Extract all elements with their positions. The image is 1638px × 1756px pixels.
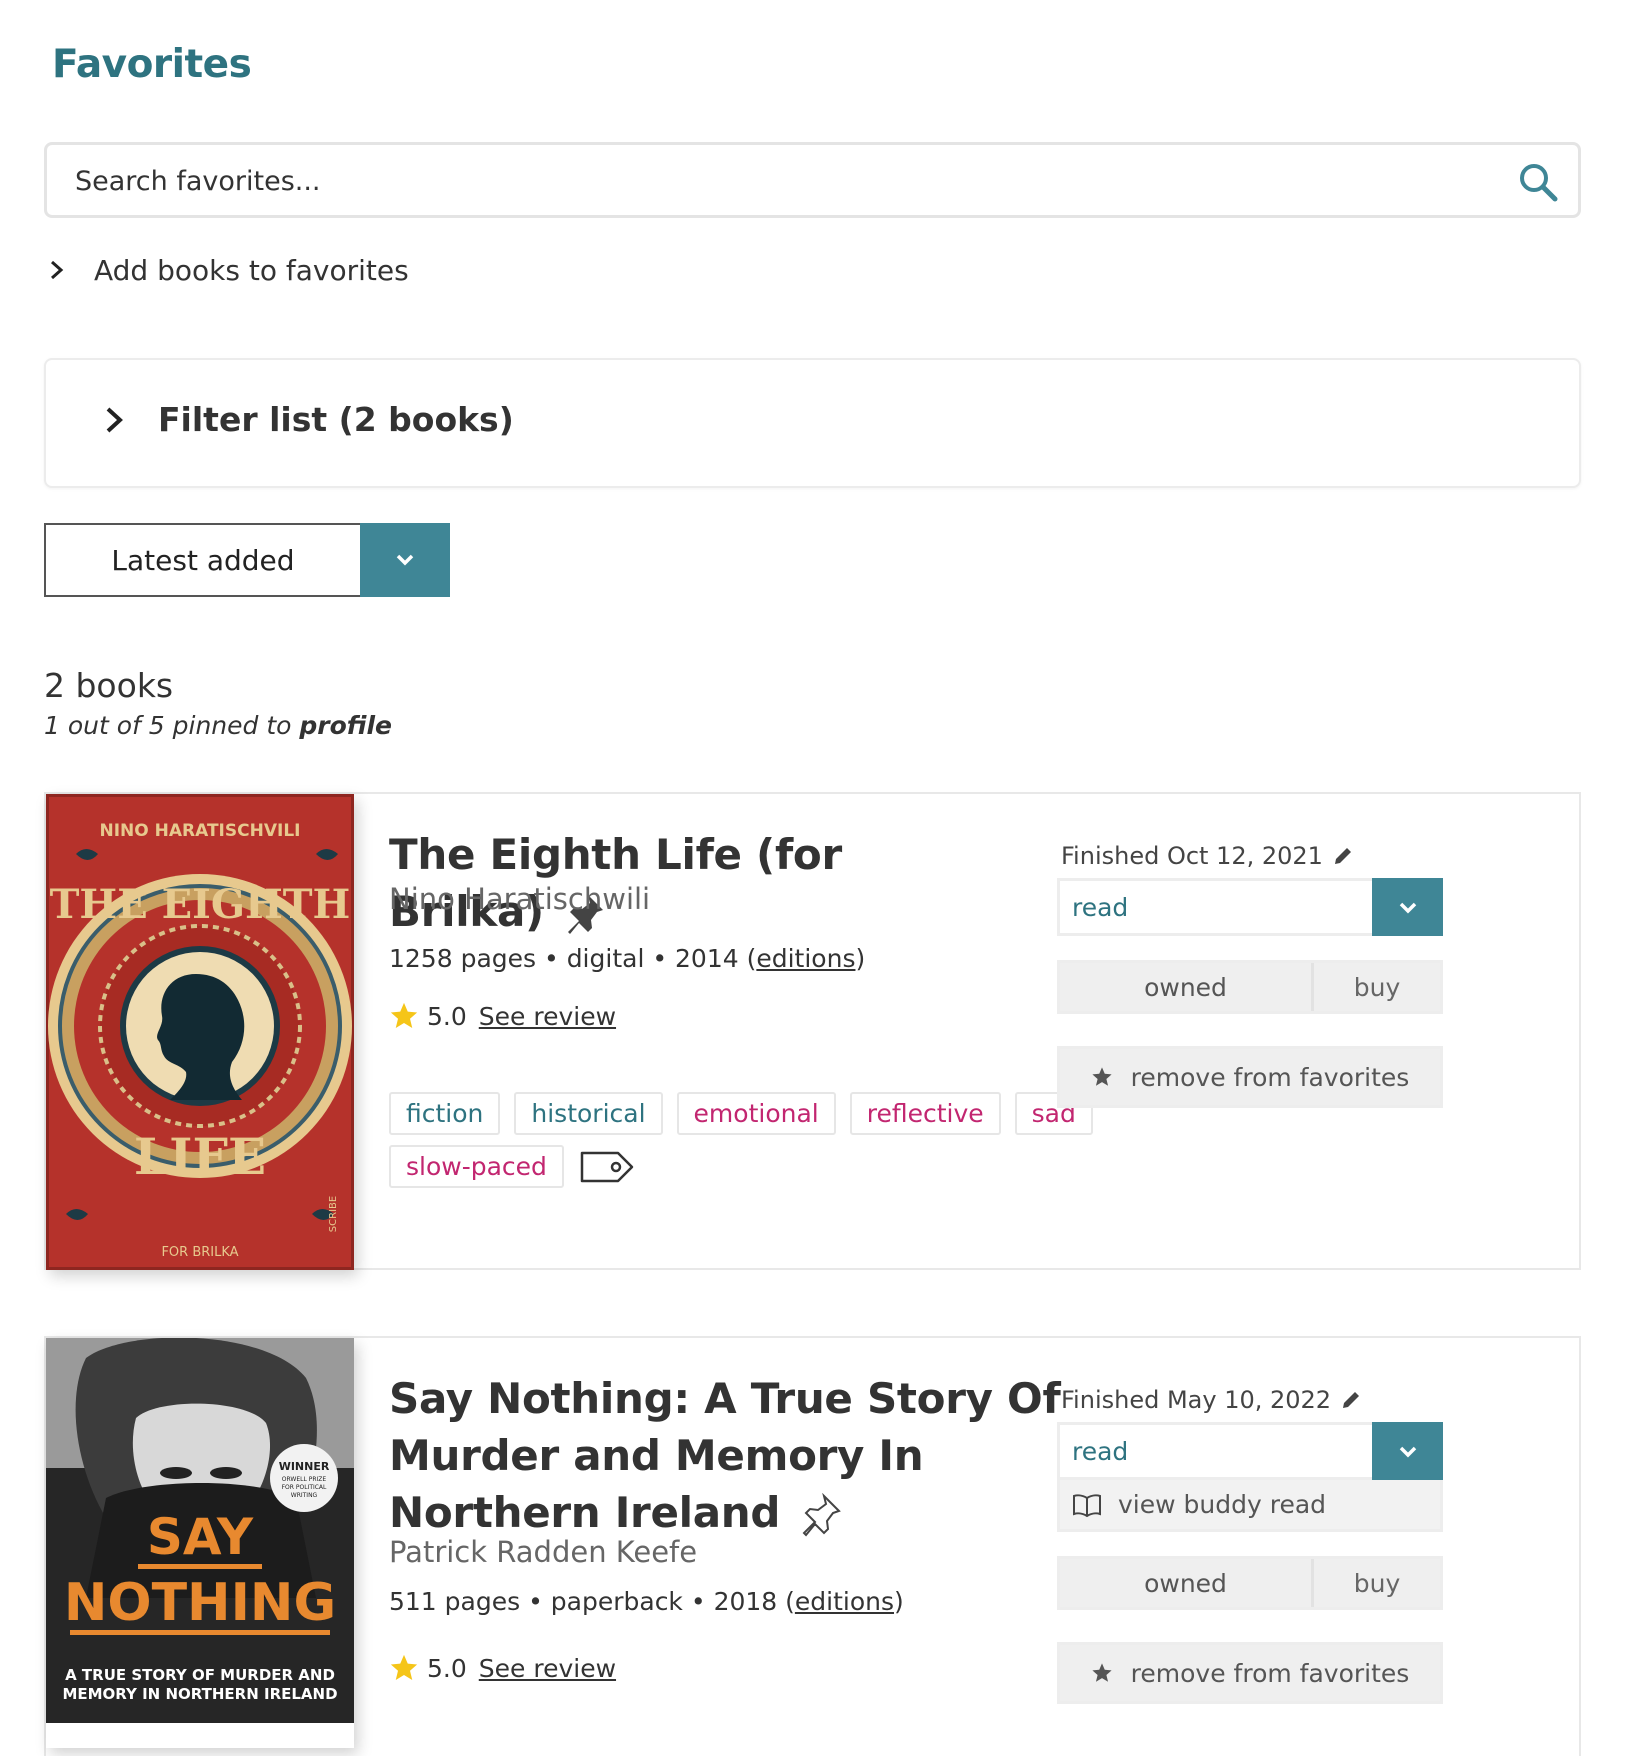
- chevron-right-icon: [106, 407, 123, 432]
- tag-mood[interactable]: emotional: [676, 1092, 836, 1135]
- book-title[interactable]: Say Nothing: A True Story Of Murder and …: [389, 1370, 1109, 1541]
- book-count: 2 books: [44, 666, 174, 705]
- pinned-note: 1 out of 5 pinned to profile: [44, 711, 392, 740]
- finished-date-text: Finished Oct 12, 2021: [1061, 842, 1323, 870]
- tag-list: fiction historical emotional reflective …: [389, 1092, 1109, 1188]
- editions-link[interactable]: editions: [756, 944, 855, 973]
- pinned-note-text: 1 out of 5 pinned to: [44, 711, 292, 740]
- tag-genre[interactable]: historical: [514, 1092, 663, 1135]
- cover-badge-line4: WRITING: [291, 1492, 318, 1499]
- book-format: digital: [566, 944, 645, 973]
- chevron-down-icon: [396, 554, 414, 566]
- owned-button[interactable]: owned: [1060, 963, 1314, 1011]
- pencil-icon[interactable]: [1332, 845, 1354, 867]
- book-rating: 5.0 See review: [389, 1001, 616, 1031]
- open-book-icon: [1073, 1493, 1101, 1517]
- remove-favorite-button[interactable]: remove from favorites: [1057, 1046, 1443, 1108]
- star-icon: [390, 1654, 418, 1680]
- see-review-link[interactable]: See review: [479, 1002, 616, 1031]
- view-buddy-read-button[interactable]: view buddy read: [1057, 1480, 1443, 1532]
- tag-mood[interactable]: slow-paced: [389, 1145, 564, 1188]
- chevron-down-icon: [1399, 902, 1416, 913]
- see-review-link[interactable]: See review: [479, 1654, 616, 1683]
- add-books-label: Add books to favorites: [94, 253, 409, 287]
- search-input[interactable]: [73, 159, 1497, 203]
- book-cover[interactable]: WINNER ORWELL PRIZE FOR POLITICAL WRITIN…: [46, 1338, 354, 1748]
- cover-title-bottom: NOTHING: [64, 1573, 336, 1633]
- book-actions: Finished May 10, 2022 read view buddy re…: [1057, 1386, 1443, 1704]
- remove-favorite-label: remove from favorites: [1130, 1062, 1410, 1092]
- book-card: WINNER ORWELL PRIZE FOR POLITICAL WRITIN…: [44, 1336, 1581, 1756]
- read-status-select[interactable]: read: [1057, 1422, 1443, 1480]
- tag-genre[interactable]: fiction: [389, 1092, 501, 1135]
- book-actions: Finished Oct 12, 2021 read owned buy rem…: [1057, 842, 1443, 1108]
- filter-list-panel[interactable]: Filter list (2 books): [44, 358, 1581, 488]
- sort-value[interactable]: Latest added: [44, 523, 360, 597]
- read-status-select[interactable]: read: [1057, 878, 1443, 936]
- book-meta: 1258 pages • digital • 2014 (editions): [389, 944, 866, 973]
- buy-button[interactable]: buy: [1314, 963, 1440, 1011]
- remove-favorite-label: remove from favorites: [1130, 1658, 1410, 1688]
- cover-publisher: SCRIBE: [328, 1196, 339, 1232]
- profile-link[interactable]: profile: [299, 711, 392, 740]
- filter-list-label: Filter list (2 books): [158, 400, 514, 439]
- cover-author: NINO HARATISCHVILI: [100, 821, 301, 841]
- sort-dropdown-button[interactable]: [360, 523, 450, 597]
- cover-subtitle-line2: MEMORY IN NORTHERN IRELAND: [62, 1685, 337, 1703]
- read-status-value[interactable]: read: [1057, 1422, 1372, 1480]
- finished-date: Finished Oct 12, 2021: [1061, 842, 1443, 870]
- add-books-toggle[interactable]: Add books to favorites: [44, 250, 409, 290]
- page-title: Favorites: [52, 42, 252, 87]
- cover-badge-line1: WINNER: [279, 1460, 330, 1473]
- owned-button[interactable]: owned: [1060, 1559, 1314, 1607]
- cover-title-bottom: LIFE: [134, 1127, 266, 1186]
- book-author[interactable]: Nino Haratischwili: [389, 882, 650, 916]
- book-card: NINO HARATISCHVILI THE EIGHTH LIFE FOR B…: [44, 792, 1581, 1270]
- rating-value: 5.0: [427, 1653, 467, 1683]
- rating-value: 5.0: [427, 1001, 467, 1031]
- cover-title-top: SAY: [147, 1508, 254, 1566]
- cover-subtitle: FOR BRILKA: [161, 1245, 238, 1260]
- star-icon: [1092, 1067, 1112, 1086]
- search-box: [44, 142, 1581, 218]
- cover-title-top: THE EIGHTH: [50, 881, 351, 928]
- cover-badge-line2: ORWELL PRIZE: [282, 1476, 327, 1483]
- book-cover[interactable]: NINO HARATISCHVILI THE EIGHTH LIFE FOR B…: [46, 794, 354, 1270]
- read-status-dropdown-button[interactable]: [1372, 878, 1443, 936]
- book-format: paperback: [550, 1587, 683, 1616]
- tag-mood[interactable]: reflective: [849, 1092, 1001, 1135]
- book-year: 2014: [675, 944, 739, 973]
- search-icon[interactable]: [1516, 160, 1560, 204]
- ownership-row: owned buy: [1057, 1556, 1443, 1610]
- read-status-dropdown-button[interactable]: [1372, 1422, 1443, 1480]
- book-pages: 511 pages: [389, 1587, 521, 1616]
- finished-date-text: Finished May 10, 2022: [1061, 1386, 1332, 1414]
- book-year: 2018: [713, 1587, 778, 1616]
- remove-favorite-button[interactable]: remove from favorites: [1057, 1642, 1443, 1704]
- pencil-icon[interactable]: [1340, 1389, 1362, 1411]
- book-title-text[interactable]: Say Nothing: A True Story Of Murder and …: [389, 1374, 1061, 1537]
- book-author[interactable]: Patrick Radden Keefe: [389, 1535, 697, 1569]
- sort-select[interactable]: Latest added: [44, 523, 450, 597]
- star-icon: [390, 1002, 418, 1028]
- cover-subtitle-line1: A TRUE STORY OF MURDER AND: [65, 1666, 335, 1684]
- editions-link[interactable]: editions: [795, 1587, 894, 1616]
- chevron-down-icon: [1399, 1446, 1416, 1457]
- book-pages: 1258 pages: [389, 944, 537, 973]
- add-tag-icon[interactable]: [578, 1145, 636, 1188]
- book-rating: 5.0 See review: [389, 1653, 616, 1683]
- ownership-row: owned buy: [1057, 960, 1443, 1014]
- star-icon: [1092, 1663, 1112, 1682]
- finished-date: Finished May 10, 2022: [1061, 1386, 1443, 1414]
- read-status-value[interactable]: read: [1057, 878, 1372, 936]
- pin-outline-icon[interactable]: [800, 1492, 842, 1539]
- cover-badge-line3: FOR POLITICAL: [282, 1484, 327, 1491]
- chevron-right-icon: [51, 260, 64, 280]
- view-buddy-read-label: view buddy read: [1118, 1490, 1327, 1519]
- book-meta: 511 pages • paperback • 2018 (editions): [389, 1587, 904, 1616]
- buy-button[interactable]: buy: [1314, 1559, 1440, 1607]
